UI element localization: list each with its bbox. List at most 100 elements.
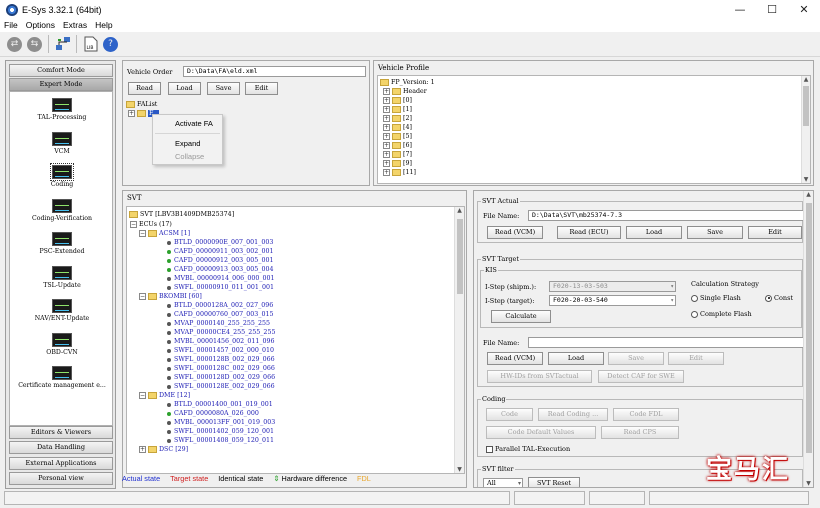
profile-row[interactable]: + [5]	[383, 132, 412, 141]
radio-const[interactable]: Const	[765, 294, 793, 302]
sidebar-item-tal-processing[interactable]: TAL-Processing	[10, 98, 112, 121]
calculate-button[interactable]: Calculate	[491, 310, 551, 323]
profile-row[interactable]: + [6]	[383, 141, 412, 150]
svt-entry[interactable]: SWFL_00001408_059_120_011	[167, 436, 274, 445]
svt-entry[interactable]: BTLD_0000128A_002_027_096	[167, 301, 273, 310]
svt-entry[interactable]: MVAP_0000140_255_255_255	[167, 319, 270, 328]
svt-root[interactable]: SVT [LBV3B1409DMB25374]	[129, 210, 234, 219]
ecu-bkombi[interactable]: − BKOMBI [60]	[139, 292, 202, 301]
sidebar-item-obd-cvn[interactable]: OBD-CVN	[10, 333, 112, 356]
sidebar-item-psc-extended[interactable]: PSC-Extended	[10, 232, 112, 255]
svt-actual-file-field[interactable]: D:\Data\SVT\mb25374-7.3	[528, 210, 804, 221]
menu-options[interactable]: Options	[22, 19, 59, 32]
profile-row[interactable]: + [1]	[383, 105, 412, 114]
svt-entry[interactable]: SWFL_0000128C_002_029_066	[167, 364, 275, 373]
help-button[interactable]: ?	[102, 36, 119, 53]
svt-actual-read-ecu-button[interactable]: Read (ECU)	[557, 226, 621, 239]
svt-target-read-vcm-button[interactable]: Read (VCM)	[487, 352, 543, 365]
scroll-thumb[interactable]	[457, 219, 463, 294]
scroll-up-icon[interactable]: ▲	[802, 76, 810, 83]
right-panel-scrollbar[interactable]: ▲ ▼	[803, 191, 813, 487]
minimize-button[interactable]: —	[724, 0, 756, 19]
svt-actual-load-button[interactable]: Load	[626, 226, 682, 239]
svt-entry[interactable]: SWFL_00001457_002_000_010	[167, 346, 274, 355]
profile-row[interactable]: FP_Version: 1	[380, 78, 435, 87]
profile-row[interactable]: + [9]	[383, 159, 412, 168]
svt-entry[interactable]: SWFL_0000128D_002_029_066	[167, 373, 275, 382]
expert-mode-button[interactable]: Expert Mode	[9, 78, 113, 91]
svt-entry[interactable]: MVBL_00000914_006_000_001	[167, 274, 275, 283]
svt-entry[interactable]: CAFD_00000912_003_005_001	[167, 256, 273, 265]
profile-row[interactable]: + Header	[383, 87, 427, 96]
svt-entry[interactable]: SWFL_00000910_011_001_001	[167, 283, 274, 292]
svt-entry[interactable]: MVBL_000013FF_001_019_003	[167, 418, 275, 427]
data-handling-button[interactable]: Data Handling	[9, 441, 113, 454]
svt-entry[interactable]: CAFD_00000913_003_005_004	[167, 265, 273, 274]
sidebar-item-coding-verification[interactable]: Coding-Verification	[10, 199, 112, 222]
scroll-thumb[interactable]	[806, 203, 812, 453]
menu-item-activate-fa[interactable]: Activate FA	[175, 119, 213, 128]
svt-reset-button[interactable]: SVT Reset	[528, 477, 580, 487]
ecu-acsm[interactable]: − ACSM [1]	[139, 229, 190, 238]
personal-view-button[interactable]: Personal view	[9, 472, 113, 485]
svt-actual-read-vcm-button[interactable]: Read (VCM)	[487, 226, 543, 239]
fa-load-button[interactable]: Load	[168, 82, 201, 95]
profile-row[interactable]: + [2]	[383, 114, 412, 123]
svt-entry[interactable]: BTLD_0000090E_007_001_003	[167, 238, 273, 247]
svt-entry[interactable]: MVAP_00000CE4_255_255_255	[167, 328, 275, 337]
svt-scrollbar[interactable]: ▲ ▼	[454, 207, 464, 473]
sidebar-item-vcm[interactable]: VCM	[10, 132, 112, 155]
profile-row[interactable]: + [4]	[383, 123, 412, 132]
svt-entry[interactable]: CAFD_00000911_003_002_001	[167, 247, 273, 256]
ecu-dsc[interactable]: + DSC [29]	[139, 445, 188, 454]
svt-target-file-field[interactable]	[528, 337, 804, 348]
svt-actual-edit-button[interactable]: Edit	[748, 226, 802, 239]
scroll-up-icon[interactable]: ▲	[455, 207, 464, 214]
external-applications-button[interactable]: External Applications	[9, 457, 113, 470]
menu-help[interactable]: Help	[91, 19, 116, 32]
svt-entry[interactable]: CAFD_0000080A_026_000	[167, 409, 259, 418]
svt-entry[interactable]: SWFL_0000128E_002_029_066	[167, 382, 275, 391]
istep-target-select[interactable]: F020-20-03-540 ▾	[549, 295, 676, 306]
fa-read-button[interactable]: Read	[128, 82, 161, 95]
maximize-button[interactable]: ☐	[756, 0, 788, 19]
svt-entry[interactable]: SWFL_00001402_059_120_001	[167, 427, 274, 436]
connect-button[interactable]: ⇄	[6, 36, 23, 53]
svt-filter-select[interactable]: All ▾	[483, 478, 523, 487]
ecu-dme[interactable]: − DME [12]	[139, 391, 190, 400]
fa-edit-button[interactable]: Edit	[245, 82, 278, 95]
menu-extras[interactable]: Extras	[59, 19, 91, 32]
editors-viewers-button[interactable]: Editors & Viewers	[9, 426, 113, 439]
sidebar-item-certificate-management[interactable]: Certificate management e...	[10, 366, 112, 389]
profile-row[interactable]: + [7]	[383, 150, 412, 159]
radio-complete-flash[interactable]: Complete Flash	[691, 310, 752, 318]
svt-entry[interactable]: BTLD_00001400_001_019_001	[167, 400, 273, 409]
profile-scrollbar[interactable]: ▲ ▼	[801, 76, 810, 183]
svt-entry[interactable]: MVBL_00001456_002_011_096	[167, 337, 275, 346]
fa-tree-root[interactable]: FAList	[126, 100, 157, 109]
comfort-mode-button[interactable]: Comfort Mode	[9, 64, 113, 77]
menu-file[interactable]: File	[0, 19, 22, 32]
fa-save-button[interactable]: Save	[207, 82, 240, 95]
close-button[interactable]: ✕	[788, 0, 820, 19]
network-button[interactable]	[54, 36, 71, 53]
svt-actual-save-button[interactable]: Save	[687, 226, 743, 239]
radio-single-flash[interactable]: Single Flash	[691, 294, 741, 302]
sidebar-item-tsl-update[interactable]: TSL-Update	[10, 266, 112, 289]
parallel-tal-checkbox[interactable]: Parallel TAL-Execution	[486, 445, 570, 453]
svt-entry[interactable]: SWFL_0000128B_002_029_066	[167, 355, 275, 364]
scroll-down-icon[interactable]: ▼	[802, 176, 810, 183]
menu-item-expand[interactable]: Expand	[175, 139, 200, 148]
svt-entry[interactable]: CAFD_00000760_007_003_015	[167, 310, 273, 319]
profile-row[interactable]: + [0]	[383, 96, 412, 105]
scroll-down-icon[interactable]: ▼	[455, 466, 464, 473]
lib-button[interactable]: LIB	[82, 36, 99, 53]
svt-ecus[interactable]: − ECUs (17)	[130, 220, 172, 229]
sidebar-item-coding[interactable]: Coding	[10, 163, 112, 188]
disconnect-button[interactable]: ⇆	[26, 36, 43, 53]
svt-target-load-button[interactable]: Load	[548, 352, 604, 365]
vehicle-order-path-field[interactable]: D:\Data\FA\eld.xml	[183, 66, 366, 77]
scroll-up-icon[interactable]: ▲	[804, 191, 813, 198]
scroll-thumb[interactable]	[803, 86, 809, 126]
sidebar-item-nav-ent-update[interactable]: NAV/ENT-Update	[10, 299, 112, 322]
